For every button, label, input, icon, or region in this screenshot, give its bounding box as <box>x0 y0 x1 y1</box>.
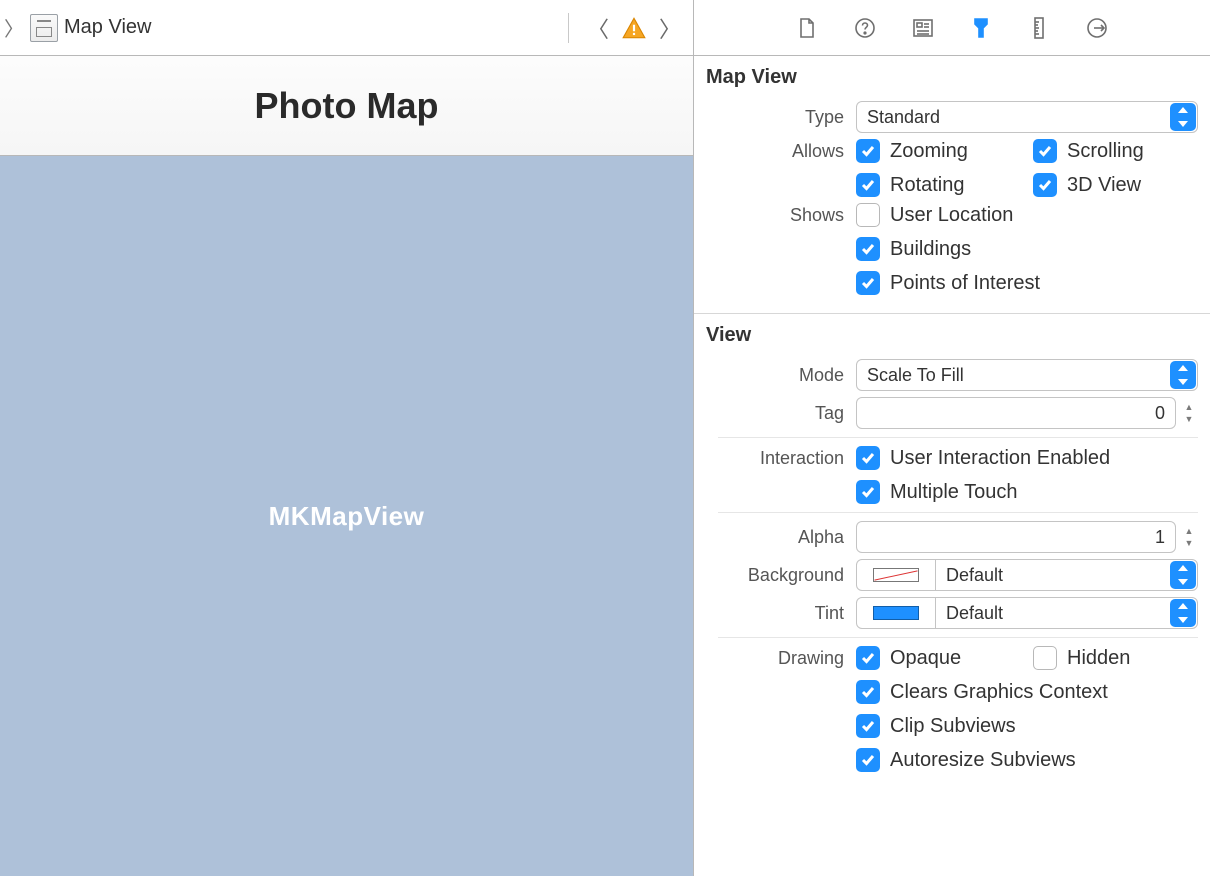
separator <box>568 13 569 43</box>
checkbox-zooming[interactable]: Zooming <box>856 139 1021 163</box>
label-alpha: Alpha <box>706 527 856 548</box>
checkbox-3d-view-label: 3D View <box>1067 174 1141 197</box>
checkbox-poi[interactable]: Points of Interest <box>856 271 1198 295</box>
checkbox-hidden[interactable]: Hidden <box>1033 646 1198 670</box>
checkbox-buildings-label: Buildings <box>890 238 971 261</box>
tag-stepper[interactable]: ▲▼ <box>1180 398 1198 428</box>
type-popup[interactable] <box>856 101 1198 133</box>
alpha-stepper[interactable]: ▲▼ <box>1180 522 1198 552</box>
document-icon[interactable] <box>30 14 58 42</box>
identity-inspector-tab[interactable] <box>909 14 937 42</box>
chevron-up-icon[interactable]: ▲ <box>1180 526 1198 536</box>
divider <box>718 437 1198 438</box>
background-color-control[interactable] <box>856 559 1198 591</box>
checkbox-scrolling[interactable]: Scrolling <box>1033 139 1198 163</box>
chevron-down-icon[interactable]: ▼ <box>1180 538 1198 548</box>
checkbox-multiple-touch[interactable]: Multiple Touch <box>856 480 1198 504</box>
checkbox-poi-label: Points of Interest <box>890 272 1040 295</box>
checkbox-opaque-label: Opaque <box>890 647 961 670</box>
checkbox-clip-subviews[interactable]: Clip Subviews <box>856 714 1198 738</box>
background-color-well[interactable] <box>856 559 936 591</box>
checkbox-autoresize-subviews-label: Autoresize Subviews <box>890 749 1076 772</box>
label-tint: Tint <box>706 603 856 624</box>
nav-back-button[interactable]: 〈 <box>587 12 609 44</box>
checkbox-clears-graphics-context[interactable]: Clears Graphics Context <box>856 680 1198 704</box>
label-type: Type <box>706 107 856 128</box>
checkbox-user-interaction-enabled-label: User Interaction Enabled <box>890 447 1110 470</box>
divider <box>718 637 1198 638</box>
checkbox-rotating[interactable]: Rotating <box>856 173 1021 197</box>
alpha-input[interactable] <box>856 521 1176 553</box>
chevron-right-icon[interactable]: 〉 <box>4 13 24 42</box>
alpha-field[interactable]: ▲▼ <box>856 521 1198 553</box>
label-interaction: Interaction <box>706 446 856 469</box>
editor-pane: 〉 Map View 〈 〉 Photo Map MKMapView <box>0 0 694 876</box>
file-inspector-tab[interactable] <box>793 14 821 42</box>
tint-popup-value[interactable] <box>936 597 1198 629</box>
checkbox-user-location[interactable]: User Location <box>856 203 1198 227</box>
checkbox-clip-subviews-label: Clip Subviews <box>890 715 1016 738</box>
checkbox-autoresize-subviews[interactable]: Autoresize Subviews <box>856 748 1198 772</box>
checkbox-rotating-label: Rotating <box>890 174 965 197</box>
checkbox-opaque[interactable]: Opaque <box>856 646 1021 670</box>
quick-help-inspector-tab[interactable] <box>851 14 879 42</box>
checkbox-zooming-label: Zooming <box>890 140 968 163</box>
section-header-mapview: Map View <box>694 56 1210 91</box>
checkbox-multiple-touch-label: Multiple Touch <box>890 481 1017 504</box>
checkbox-hidden-label: Hidden <box>1067 647 1130 670</box>
label-background: Background <box>706 565 856 586</box>
mode-popup-value[interactable] <box>856 359 1198 391</box>
mode-popup[interactable] <box>856 359 1198 391</box>
background-popup-value[interactable] <box>936 559 1198 591</box>
color-swatch-none-icon <box>873 568 919 582</box>
scene-title: Photo Map <box>255 85 439 127</box>
divider <box>718 512 1198 513</box>
label-shows: Shows <box>706 203 856 226</box>
connections-inspector-tab[interactable] <box>1083 14 1111 42</box>
tag-input[interactable] <box>856 397 1176 429</box>
label-mode: Mode <box>706 365 856 386</box>
label-allows: Allows <box>706 139 856 162</box>
type-popup-value[interactable] <box>856 101 1198 133</box>
checkbox-user-location-label: User Location <box>890 204 1013 227</box>
checkbox-3d-view[interactable]: 3D View <box>1033 173 1198 197</box>
warning-icon[interactable] <box>621 15 647 41</box>
scene-navigation-bar: Photo Map <box>0 56 693 156</box>
breadcrumb-item[interactable]: Map View <box>64 16 151 39</box>
popup-stepper-icon[interactable] <box>1170 561 1196 589</box>
inspector-pane: Map View Type Allo <box>694 0 1210 876</box>
canvas-view-class-label: MKMapView <box>269 501 425 532</box>
label-tag: Tag <box>706 403 856 424</box>
tint-color-control[interactable] <box>856 597 1198 629</box>
popup-stepper-icon[interactable] <box>1170 599 1196 627</box>
jump-bar: 〉 Map View 〈 〉 <box>0 0 693 56</box>
label-drawing: Drawing <box>706 646 856 669</box>
checkbox-user-interaction-enabled[interactable]: User Interaction Enabled <box>856 446 1198 470</box>
size-inspector-tab[interactable] <box>1025 14 1053 42</box>
inspector-tabbar <box>694 0 1210 56</box>
checkbox-scrolling-label: Scrolling <box>1067 140 1144 163</box>
canvas[interactable]: MKMapView <box>0 156 693 876</box>
chevron-up-icon[interactable]: ▲ <box>1180 402 1198 412</box>
popup-stepper-icon[interactable] <box>1170 361 1196 389</box>
tag-field[interactable]: ▲▼ <box>856 397 1198 429</box>
attributes-inspector-tab[interactable] <box>967 14 995 42</box>
popup-stepper-icon[interactable] <box>1170 103 1196 131</box>
nav-forward-button[interactable]: 〉 <box>659 12 681 44</box>
tint-color-well[interactable] <box>856 597 936 629</box>
checkbox-buildings[interactable]: Buildings <box>856 237 1198 261</box>
chevron-down-icon[interactable]: ▼ <box>1180 414 1198 424</box>
section-header-view: View <box>694 314 1210 349</box>
checkbox-clears-graphics-context-label: Clears Graphics Context <box>890 681 1108 704</box>
color-swatch-blue-icon <box>873 606 919 620</box>
